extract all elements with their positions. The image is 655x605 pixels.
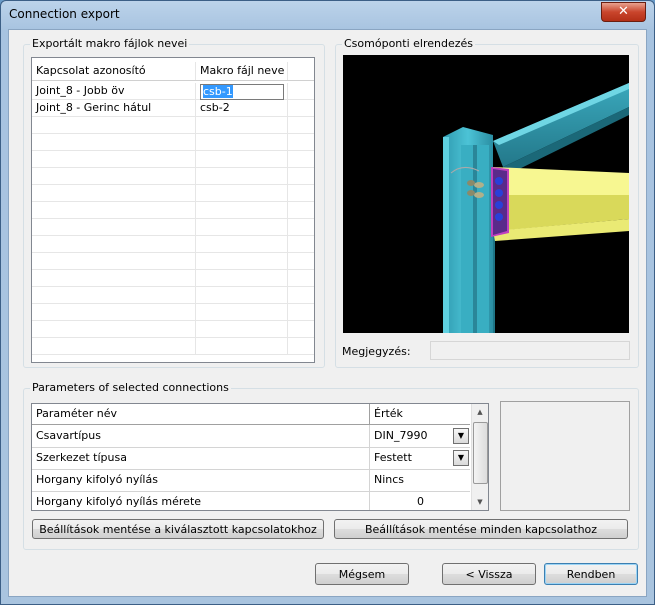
empty-grid-row	[32, 321, 314, 338]
empty-grid-row	[32, 338, 314, 355]
empty-grid-row	[32, 253, 314, 270]
empty-grid-row	[32, 151, 314, 168]
connection-id-cell[interactable]: Joint_8 - Gerinc hátul	[32, 100, 196, 116]
chevron-down-icon[interactable]: ▼	[453, 450, 469, 466]
column-header-macro-file[interactable]: Makro fájl neve	[196, 62, 288, 80]
empty-grid-row	[32, 117, 314, 134]
dialog-client-area: Exportált makro fájlok nevei Kapcsolat a…	[8, 29, 647, 597]
param-name: Horgany kifolyó nyílás mérete	[32, 491, 370, 510]
param-row[interactable]: Csavartípus DIN_7990 ▼	[32, 425, 470, 448]
param-preview-box	[500, 401, 630, 511]
empty-grid-row	[32, 185, 314, 202]
macro-file-edit[interactable]: csb-1	[200, 84, 284, 100]
layout-preview-group-label: Csomóponti elrendezés	[342, 37, 476, 50]
table-row[interactable]: Joint_8 - Jobb öv csb-1	[32, 83, 314, 100]
connection-3d-image	[443, 83, 629, 333]
macro-file-cell[interactable]: csb-2	[196, 100, 288, 116]
connection-id-cell[interactable]: Joint_8 - Jobb öv	[32, 83, 196, 99]
note-label: Megjegyzés:	[342, 345, 411, 358]
connection-params-group: Parameters of selected connections Param…	[23, 381, 639, 550]
export-names-group-label: Exportált makro fájlok nevei	[30, 37, 190, 50]
connection-export-window: Connection export ✕ Exportált makro fájl…	[0, 0, 655, 605]
empty-grid-row	[32, 236, 314, 253]
column-header-param-name[interactable]: Paraméter név	[32, 404, 370, 424]
param-value[interactable]: 0	[370, 491, 470, 510]
param-name: Szerkezet típusa	[32, 447, 370, 469]
param-name: Horgany kifolyó nyílás	[32, 469, 370, 491]
scroll-up-icon[interactable]: ▲	[472, 404, 488, 420]
empty-grid-row	[32, 168, 314, 185]
close-icon: ✕	[618, 4, 629, 19]
export-names-group: Exportált makro fájlok nevei Kapcsolat a…	[23, 37, 325, 368]
empty-grid-row	[32, 202, 314, 219]
finish-button[interactable]: Rendben	[544, 563, 638, 585]
empty-grid-row	[32, 287, 314, 304]
bolt-type-combo[interactable]: DIN_7990 ▼	[370, 425, 470, 447]
layout-preview-group: Csomóponti elrendezés Megjegyzés:	[335, 37, 639, 368]
column-header-connection-id[interactable]: Kapcsolat azonosító	[32, 62, 196, 80]
chevron-down-icon[interactable]: ▼	[453, 428, 469, 444]
scroll-thumb[interactable]	[473, 422, 488, 484]
empty-grid-row	[32, 134, 314, 151]
window-title: Connection export	[9, 7, 120, 21]
empty-grid-row	[32, 270, 314, 287]
empty-grid-row	[32, 219, 314, 236]
title-bar[interactable]: Connection export ✕	[1, 1, 654, 29]
grid-header: Kapcsolat azonosító Makro fájl neve	[32, 62, 314, 81]
empty-grid-row	[32, 304, 314, 321]
params-scrollbar[interactable]: ▲ ▼	[471, 404, 488, 510]
structure-type-combo[interactable]: Festett ▼	[370, 447, 470, 469]
param-name: Csavartípus	[32, 425, 370, 447]
close-button[interactable]: ✕	[601, 2, 646, 22]
cancel-button[interactable]: Mégsem	[315, 563, 409, 585]
scroll-down-icon[interactable]: ▼	[472, 494, 488, 510]
params-header: Paraméter név Érték	[32, 404, 470, 425]
note-field	[430, 341, 630, 360]
params-table[interactable]: Paraméter név Érték Csavartípus DIN_7990…	[31, 403, 489, 511]
param-row[interactable]: Szerkezet típusa Festett ▼	[32, 447, 470, 470]
macro-file-edit-value: csb-1	[203, 85, 233, 98]
connection-3d-preview[interactable]	[343, 55, 629, 333]
param-value[interactable]: Nincs	[370, 469, 470, 491]
export-names-grid[interactable]: Kapcsolat azonosító Makro fájl neve Join…	[31, 57, 315, 363]
param-row[interactable]: Horgany kifolyó nyílás Nincs	[32, 469, 470, 492]
save-selected-button[interactable]: Beállítások mentése a kiválasztott kapcs…	[32, 519, 324, 539]
bolt-type-value: DIN_7990	[374, 429, 428, 442]
table-row[interactable]: Joint_8 - Gerinc hátul csb-2	[32, 100, 314, 117]
column-header-value[interactable]: Érték	[370, 404, 470, 424]
back-button[interactable]: < Vissza	[442, 563, 536, 585]
param-row[interactable]: Horgany kifolyó nyílás mérete 0	[32, 491, 470, 510]
structure-type-value: Festett	[374, 451, 412, 464]
connection-params-group-label: Parameters of selected connections	[30, 381, 231, 394]
save-all-button[interactable]: Beállítások mentése minden kapcsolathoz	[334, 519, 628, 539]
